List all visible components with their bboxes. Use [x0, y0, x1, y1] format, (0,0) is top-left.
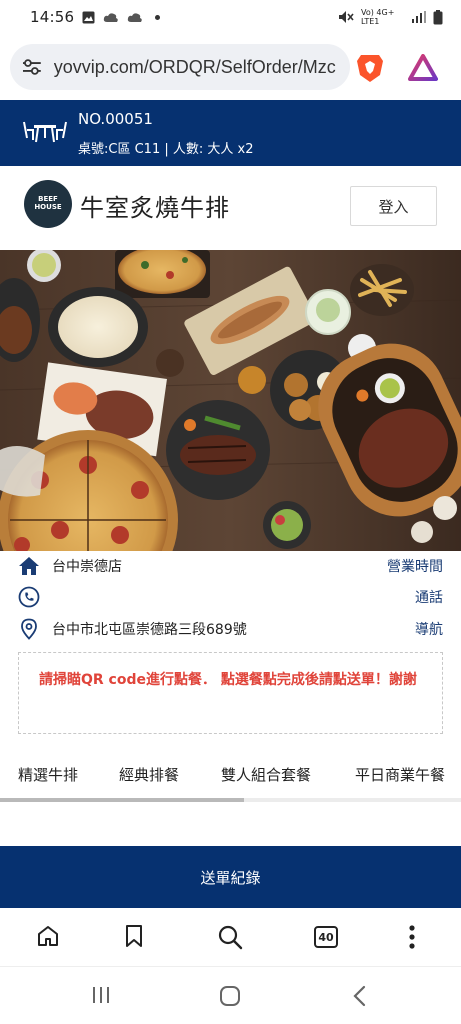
browser-address-bar: yovvip.com/ORDQR/SelfOrder/Mzc: [0, 34, 461, 98]
table-info: 桌號:C區 C11 | 人數: 大人 x2: [78, 142, 254, 157]
login-button[interactable]: 登入: [350, 186, 437, 226]
system-nav-bar: [0, 966, 461, 1024]
nav-home-icon[interactable]: [219, 985, 241, 1007]
order-number: NO.00051: [78, 110, 153, 128]
order-notice: 請掃瞄QR code進行點餐． 點選餐點完成後請點送單！謝謝: [18, 652, 443, 734]
phone-row: 通話: [0, 582, 461, 612]
settings-sliders-icon[interactable]: [22, 58, 42, 76]
address-row: 台中市北屯區崇德路三段689號 導航: [0, 614, 461, 644]
order-history-button[interactable]: 送單紀錄: [0, 846, 461, 908]
logo-text: BEEF HOUSE: [34, 195, 62, 211]
hero-food-image: [0, 250, 461, 551]
tabs-count-button[interactable]: 40: [314, 926, 338, 948]
location-pin-icon: [21, 618, 37, 640]
store-address: 台中市北屯區崇德路三段689號: [52, 622, 247, 638]
notice-text: 請掃瞄QR code進行點餐． 點選餐點完成後請點送單！謝謝: [39, 672, 417, 688]
business-hours-link[interactable]: 營業時間: [387, 556, 443, 576]
category-tabs: 精選牛排 經典排餐 雙人組合套餐 平日商業午餐: [0, 752, 461, 802]
food-illustration: [0, 250, 461, 551]
table-chairs-icon: [23, 121, 67, 143]
cloud-icon: [128, 12, 143, 22]
recents-icon[interactable]: [91, 985, 111, 1005]
status-time: 14:56: [30, 8, 75, 26]
store-name: 牛室炙燒牛排: [80, 194, 230, 222]
network-label: Vo) 4G+ LTE1: [361, 8, 395, 26]
store-header: BEEF HOUSE 牛室炙燒牛排 登入: [0, 166, 461, 250]
home-icon: [19, 557, 39, 575]
bookmark-icon[interactable]: [124, 924, 144, 948]
notification-dot-icon: [155, 14, 161, 20]
tab-scroll-indicator[interactable]: [0, 798, 244, 802]
search-icon[interactable]: [217, 924, 243, 950]
cloud-icon: [104, 12, 119, 22]
rewards-triangle-icon[interactable]: [408, 54, 438, 81]
navigate-link[interactable]: 導航: [415, 619, 443, 639]
brave-lion-icon[interactable]: [356, 53, 384, 83]
home-button-icon[interactable]: [36, 924, 60, 948]
status-bar: 14:56 Vo) 4G+ LTE1: [0, 0, 461, 34]
branch-name: 台中崇德店: [52, 559, 122, 575]
back-icon[interactable]: [352, 985, 366, 1007]
branch-row: 台中崇德店 營業時間: [0, 551, 461, 581]
tab-couple-set[interactable]: 雙人組合套餐: [221, 764, 311, 785]
battery-icon: [433, 9, 443, 24]
tab-weekday-lunch[interactable]: 平日商業午餐: [355, 764, 445, 785]
url-text[interactable]: yovvip.com/ORDQR/SelfOrder/Mzc: [54, 57, 350, 78]
store-logo: BEEF HOUSE: [24, 180, 72, 228]
signal-icon: [412, 11, 426, 23]
tab-classic-meals[interactable]: 經典排餐: [119, 764, 179, 785]
tab-featured-steak[interactable]: 精選牛排: [18, 764, 78, 785]
gallery-icon: [82, 11, 95, 23]
more-icon[interactable]: [407, 924, 417, 950]
phone-icon[interactable]: [18, 586, 40, 608]
browser-toolbar: 40: [0, 908, 461, 966]
order-header: NO.00051 桌號:C區 C11 | 人數: 大人 x2: [0, 100, 461, 166]
call-link[interactable]: 通話: [415, 587, 443, 607]
mute-icon: [339, 11, 354, 23]
url-field[interactable]: yovvip.com/ORDQR/SelfOrder/Mzc: [10, 44, 350, 90]
